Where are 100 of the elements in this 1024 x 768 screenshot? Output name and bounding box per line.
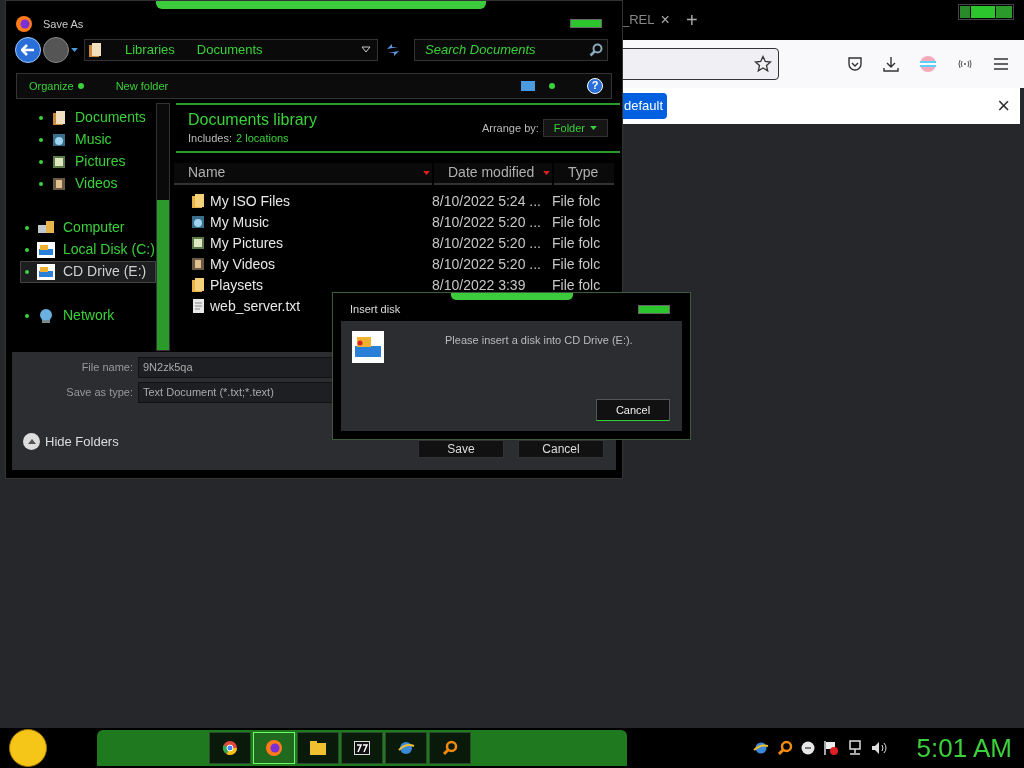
folder-icon (190, 277, 206, 294)
dropdown-arrow-icon (71, 47, 78, 52)
nav-item[interactable]: Computer (20, 216, 156, 239)
pictures-icon (51, 153, 67, 170)
tree-bullet-icon (39, 181, 43, 186)
column-header[interactable]: Date modified (434, 162, 552, 185)
dropdown-arrow-icon[interactable] (361, 46, 371, 54)
menu-icon[interactable] (993, 57, 1009, 71)
drive-icon (37, 241, 55, 258)
new-tab-button[interactable]: + (685, 5, 698, 35)
type-cell-text: File folc (552, 275, 601, 295)
date-cell-text: 8/10/2022 3:39 (432, 275, 527, 295)
minimize-control-drawing[interactable] (638, 304, 670, 314)
search-icon[interactable] (589, 42, 603, 57)
sort-arrow-icon (423, 170, 430, 175)
tab-close-button[interactable]: × (660, 8, 670, 32)
library-title: Documents library (188, 109, 317, 130)
broadcast-icon[interactable] (957, 59, 973, 69)
close-button[interactable]: × (997, 95, 1010, 117)
tree-bullet-icon (39, 137, 43, 142)
column-header[interactable]: Name (174, 162, 432, 185)
firefox-icon (265, 739, 283, 757)
date-cell-text: 8/10/2022 5:20 ... (432, 254, 542, 274)
tree-bullet-icon (25, 269, 29, 274)
videos-icon (51, 175, 67, 192)
flag-icon[interactable] (822, 740, 839, 756)
search-icon[interactable] (776, 740, 793, 756)
url-field[interactable] (620, 48, 779, 80)
toolbar-button[interactable]: New folder (115, 77, 169, 95)
drive-icon (352, 331, 384, 363)
colorful-circle-icon[interactable] (919, 55, 937, 73)
default-button[interactable]: default (620, 93, 668, 119)
date-cell-text: 8/10/2022 5:20 ... (432, 212, 542, 232)
taskbar-button[interactable] (209, 732, 251, 764)
locations-link[interactable]: 2 locations (236, 129, 289, 147)
dialog-button[interactable]: Cancel (518, 440, 604, 459)
window-controls-drawing[interactable] (958, 4, 1014, 20)
pocket-icon[interactable] (847, 56, 863, 72)
forward-button[interactable] (43, 36, 69, 63)
address-bar[interactable]: Libraries Documents (84, 38, 378, 61)
tree-bullet-icon (39, 159, 43, 164)
cancel-button[interactable]: Cancel (596, 399, 670, 421)
taskbar-button[interactable] (385, 732, 427, 764)
taskbar-button[interactable] (297, 732, 339, 764)
hide-folders-button[interactable]: Hide Folders (23, 431, 119, 451)
field-label: Save as type: (65, 385, 134, 400)
file-name[interactable]: My Pictures (210, 232, 284, 254)
view-icon[interactable] (521, 80, 535, 91)
nav-item[interactable]: Network (20, 304, 156, 327)
help-button[interactable]: ? (587, 77, 603, 94)
folder-icon (309, 740, 327, 756)
nav-item[interactable]: Pictures (20, 150, 156, 173)
nav-item[interactable]: Videos (20, 172, 156, 195)
column-header[interactable]: Type (554, 162, 614, 185)
caret-icon (590, 125, 597, 130)
download-icon[interactable] (883, 56, 899, 72)
star-icon[interactable] (754, 55, 772, 73)
minimize-control-drawing[interactable] (570, 19, 602, 29)
network-status-icon[interactable] (846, 740, 863, 756)
documents-icon (87, 41, 103, 58)
arrange-dropdown[interactable]: Folder (542, 118, 608, 137)
file-name[interactable]: My ISO Files (210, 190, 291, 212)
dialog-button[interactable]: Save (418, 440, 504, 459)
scrollbar[interactable] (156, 102, 170, 351)
includes-label: Includes: (188, 130, 233, 146)
tree-bullet-icon (25, 225, 29, 230)
back-button[interactable] (15, 36, 41, 63)
archive-icon (354, 741, 370, 755)
arrange-label: Arrange by: (481, 120, 539, 136)
file-name[interactable]: My Music (210, 211, 270, 233)
clock: 5:01 AM (916, 731, 1012, 765)
nav-item[interactable]: Music (20, 128, 156, 151)
chat-icon[interactable] (800, 741, 815, 755)
tree-bullet-icon (39, 115, 43, 120)
type-cell-text: File folc (552, 212, 601, 232)
back-arrow-icon (21, 43, 35, 56)
sort-arrow-icon (543, 170, 550, 175)
file-name[interactable]: My Videos (210, 253, 276, 275)
toolbar-button[interactable]: Organize (29, 77, 84, 95)
nav-item[interactable]: Documents (20, 106, 156, 129)
taskbar-button[interactable] (341, 732, 383, 764)
music-icon (51, 131, 67, 148)
pictures-icon (190, 235, 206, 252)
file-name[interactable]: Playsets (210, 274, 263, 296)
type-cell-text: File folc (552, 254, 601, 274)
start-button[interactable] (9, 729, 47, 767)
documents-icon (51, 109, 67, 126)
field-label: File name: (80, 360, 134, 375)
tab-title[interactable]: _REL (622, 10, 655, 30)
taskbar-button[interactable] (429, 732, 471, 764)
nav-item[interactable]: CD Drive (E:) (20, 260, 156, 283)
nav-item[interactable]: Local Disk (C:) (20, 238, 156, 261)
network-globe-icon (37, 307, 55, 324)
up-triangle (27, 438, 36, 444)
firefox-icon (15, 14, 33, 33)
volume-icon[interactable] (870, 740, 887, 756)
file-name[interactable]: web_server.txt (210, 295, 301, 317)
text-file-icon (190, 298, 206, 315)
search-field[interactable]: Search Documents (414, 38, 608, 61)
globe-icon[interactable] (752, 741, 769, 755)
